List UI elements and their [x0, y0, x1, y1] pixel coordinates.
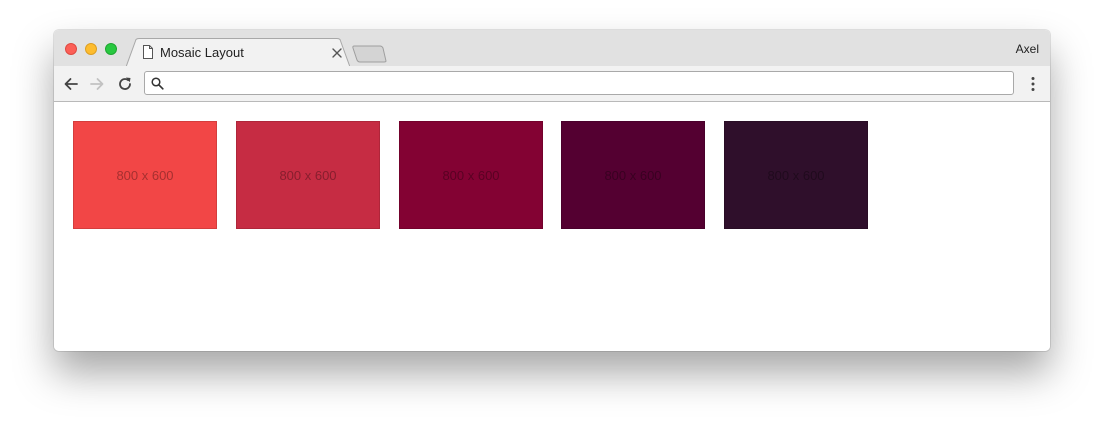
address-input[interactable]: [169, 72, 1005, 94]
placeholder-image: 800 x 600: [73, 121, 217, 229]
reload-icon[interactable]: [116, 75, 134, 93]
browser-window: Mosaic Layout Axel 800 x 600 800 x 600 8…: [54, 30, 1050, 351]
forward-arrow-icon[interactable]: [88, 75, 106, 93]
close-window-button[interactable]: [65, 43, 77, 55]
placeholder-image: 800 x 600: [236, 121, 380, 229]
placeholder-image: 800 x 600: [724, 121, 868, 229]
placeholder-image: 800 x 600: [399, 121, 543, 229]
placeholder-label: 800 x 600: [767, 167, 825, 183]
placeholder-label: 800 x 600: [116, 167, 174, 183]
back-arrow-icon[interactable]: [62, 75, 80, 93]
placeholder-label: 800 x 600: [604, 167, 662, 183]
page-content: 800 x 600 800 x 600 800 x 600 800 x 600 …: [54, 102, 1050, 351]
minimize-window-button[interactable]: [85, 43, 97, 55]
new-tab-button[interactable]: [352, 45, 388, 63]
placeholder-image: 800 x 600: [561, 121, 705, 229]
tab-title: Mosaic Layout: [160, 45, 244, 60]
toolbar: [54, 66, 1050, 102]
profile-name[interactable]: Axel: [1016, 42, 1039, 56]
placeholder-label: 800 x 600: [279, 167, 337, 183]
kebab-menu-icon[interactable]: [1026, 76, 1040, 92]
doc-icon: [143, 45, 153, 59]
placeholder-label: 800 x 600: [442, 167, 500, 183]
address-bar[interactable]: [144, 71, 1014, 95]
search-icon: [151, 77, 164, 90]
title-bar: Mosaic Layout Axel: [54, 30, 1050, 67]
close-icon[interactable]: [331, 47, 343, 59]
zoom-window-button[interactable]: [105, 43, 117, 55]
tab-mosaic-layout[interactable]: Mosaic Layout: [126, 38, 350, 67]
